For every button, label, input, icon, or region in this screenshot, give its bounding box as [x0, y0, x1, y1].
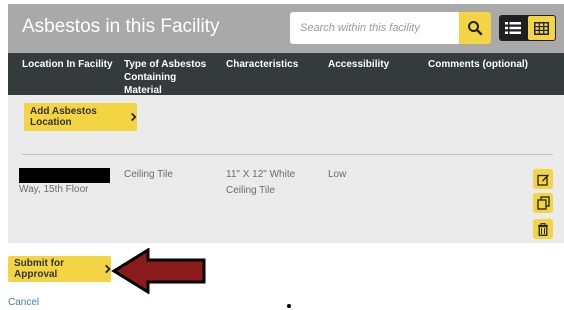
- delete-row-button[interactable]: [533, 219, 553, 239]
- cell-accessibility: Low: [328, 169, 347, 180]
- trash-icon: [538, 222, 548, 236]
- column-header-comments: Comments (optional): [428, 59, 528, 70]
- duplicate-row-button[interactable]: [533, 193, 553, 213]
- cancel-link[interactable]: Cancel: [8, 297, 39, 308]
- dot-mark: [287, 304, 291, 308]
- page-header: Asbestos in this Facility: [8, 4, 564, 53]
- add-location-label: Add Asbestos Location: [30, 106, 97, 128]
- search-box[interactable]: [290, 12, 459, 44]
- search-button[interactable]: [459, 12, 491, 44]
- grid-view-button[interactable]: [528, 16, 555, 40]
- redacted-location: [19, 168, 110, 183]
- chevron-right-icon: [131, 112, 137, 122]
- search-icon: [468, 21, 483, 36]
- list-icon: [505, 22, 521, 34]
- search-input[interactable]: [290, 12, 459, 44]
- submit-label: Submit for Approval: [14, 258, 64, 280]
- cell-location: Way, 15th Floor: [19, 184, 89, 195]
- column-header-accessibility: Accessibility: [328, 59, 390, 70]
- view-toggle: [499, 15, 556, 41]
- column-header-characteristics: Characteristics: [226, 59, 299, 70]
- edit-row-button[interactable]: [533, 169, 553, 189]
- table-header: Location In Facility Type of Asbestos Co…: [8, 53, 564, 96]
- cell-characteristics: 11" X 12" White Ceiling Tile: [226, 169, 296, 196]
- column-header-location: Location In Facility: [22, 59, 113, 70]
- page-title: Asbestos in this Facility: [22, 16, 220, 37]
- row-divider: [22, 154, 553, 155]
- cell-type: Ceiling Tile: [124, 169, 173, 180]
- list-view-button[interactable]: [499, 15, 527, 41]
- copy-icon: [536, 196, 550, 210]
- grid-icon: [534, 21, 549, 35]
- submit-for-approval-button[interactable]: Submit for Approval: [8, 256, 111, 282]
- annotation-arrow-icon: [111, 248, 206, 294]
- add-asbestos-location-button[interactable]: Add Asbestos Location: [24, 103, 137, 131]
- column-header-type: Type of Asbestos Containing Material: [124, 59, 207, 96]
- edit-icon: [536, 174, 549, 186]
